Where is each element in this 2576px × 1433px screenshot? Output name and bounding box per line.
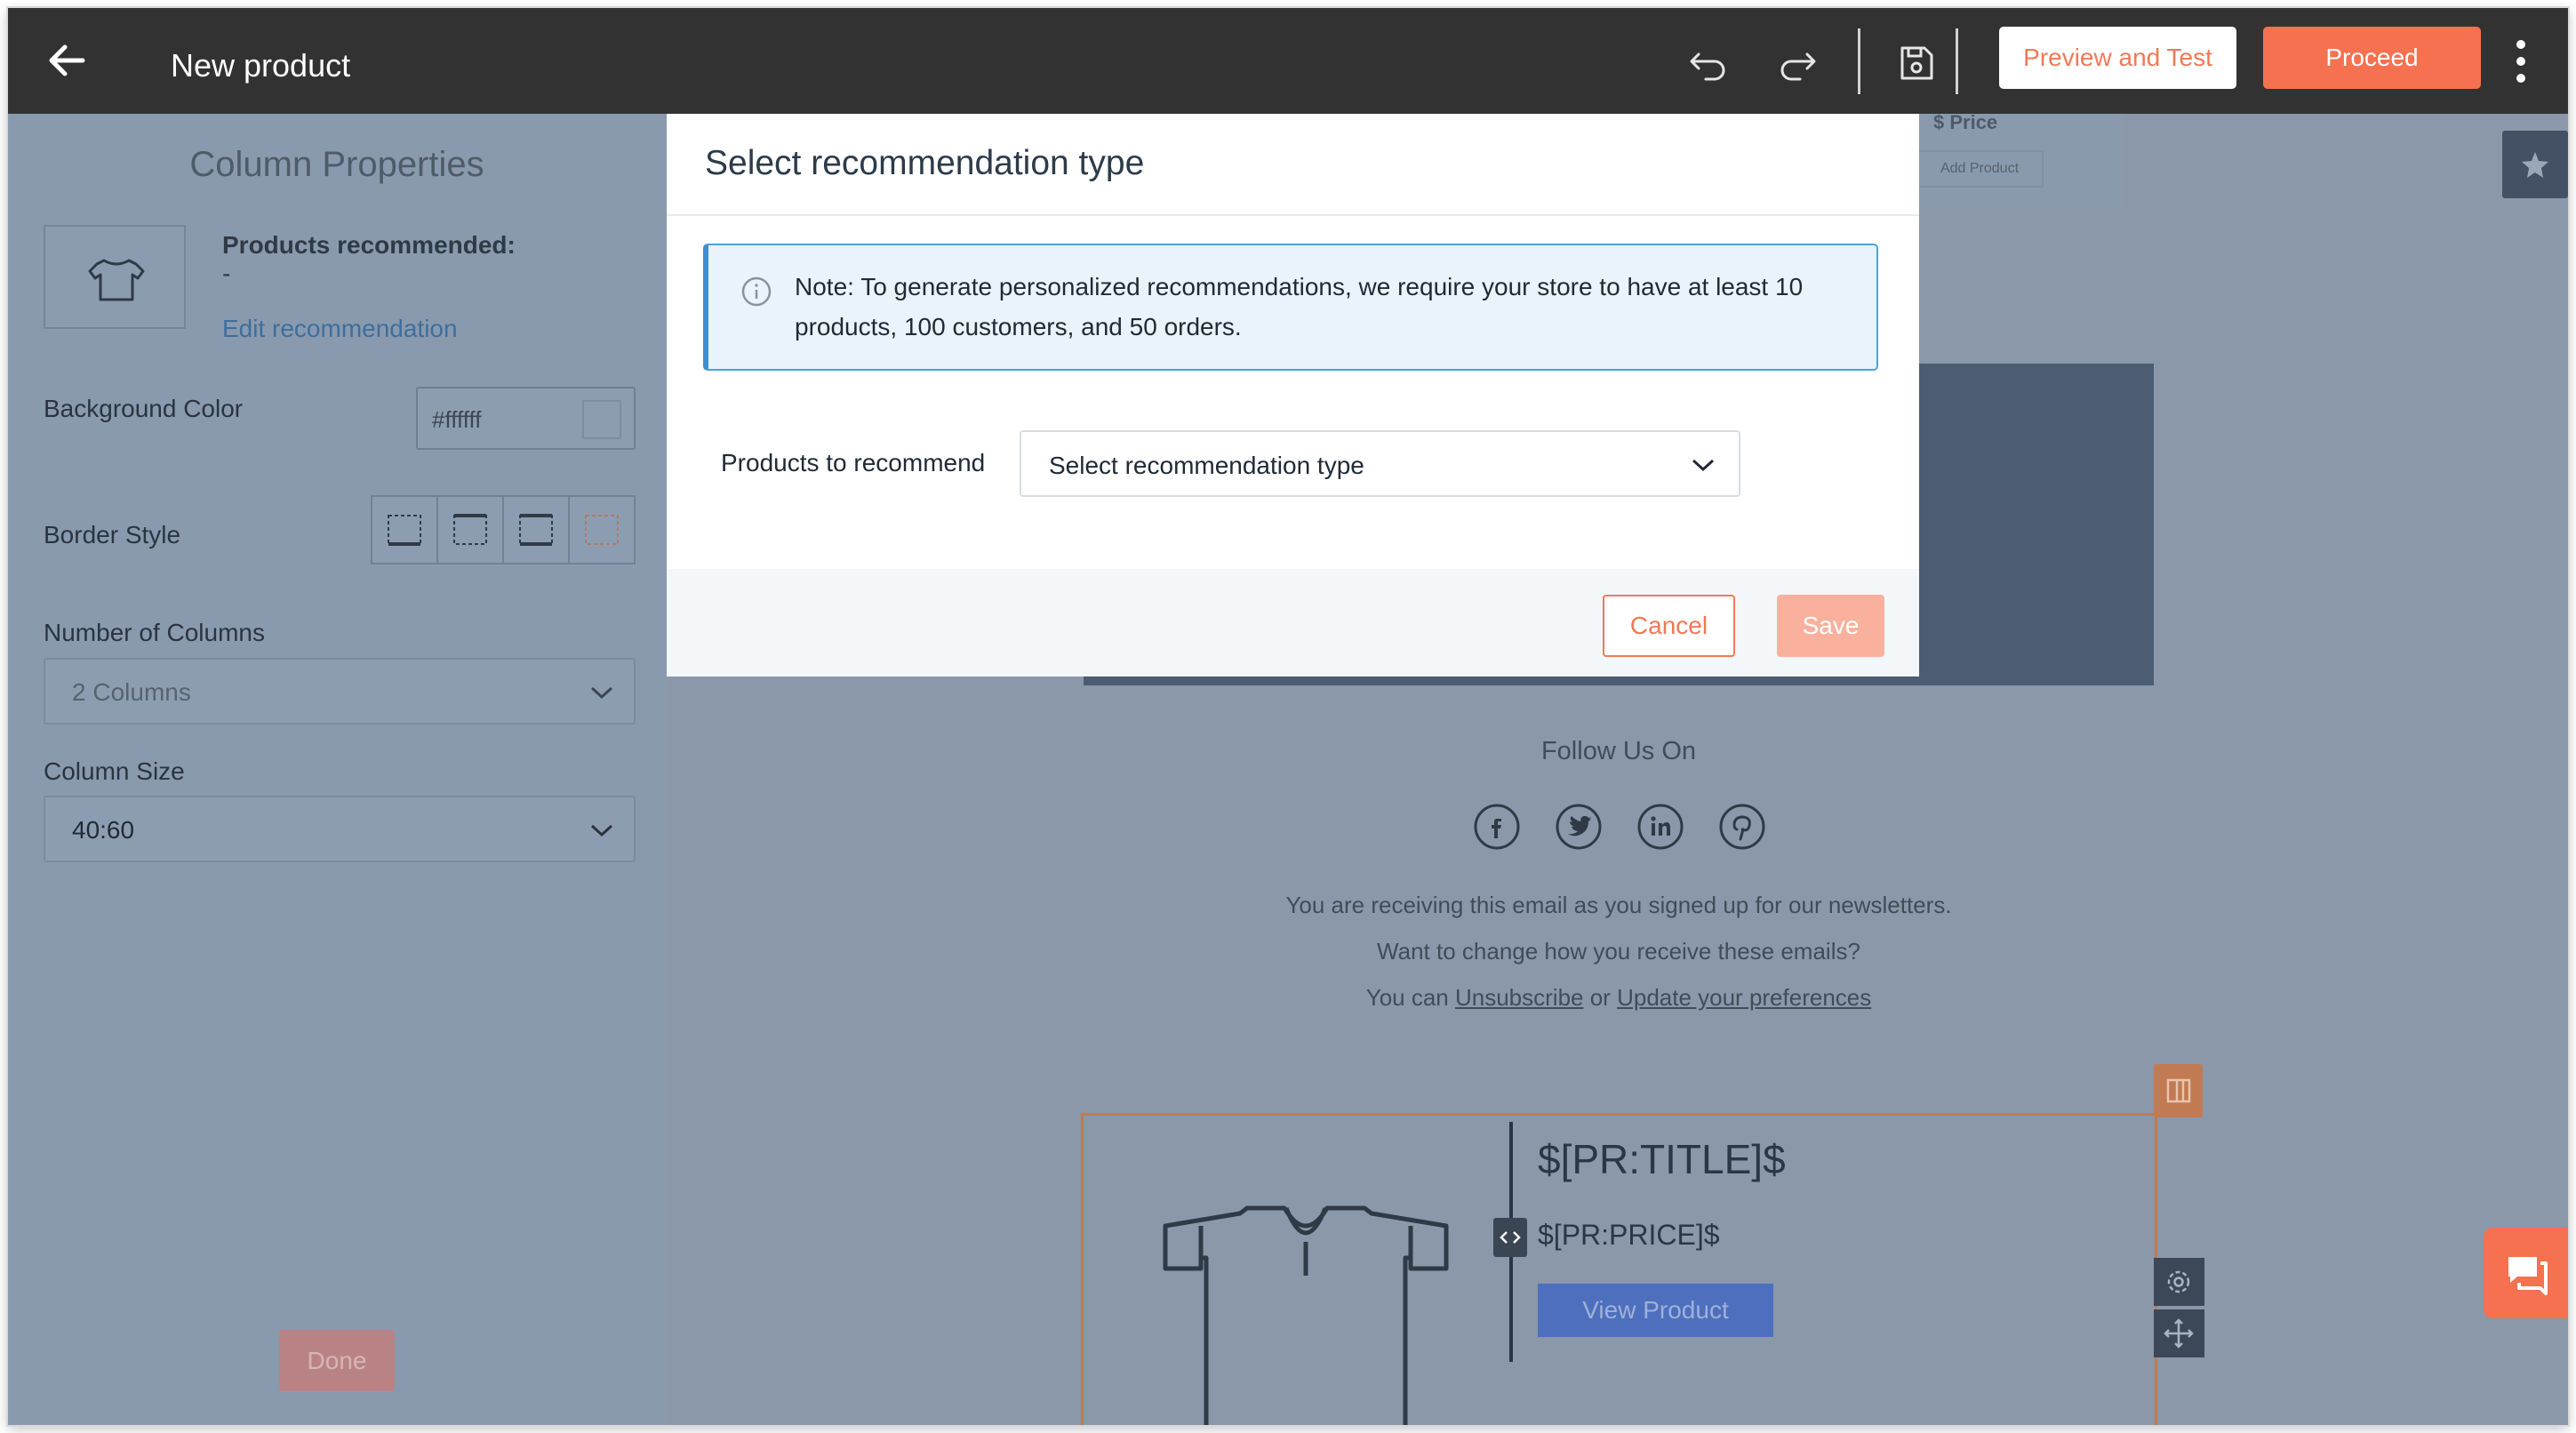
toolbar-divider [1858,28,1860,94]
column-layout-icon[interactable] [2154,1064,2203,1117]
add-product-button[interactable]: Add Product [1916,150,2044,188]
footer-links-prefix: You can [1365,984,1455,1011]
page-title: New product [171,47,351,84]
more-vertical-icon[interactable] [2508,36,2534,86]
info-note-text: Note: To generate personalized recommend… [795,273,1804,340]
dialog-title: Select recommendation type [705,144,1145,182]
product-price-placeholder: $[PR:PRICE]$ [1538,1219,1720,1251]
follow-us-title: Follow Us On [1540,737,1697,765]
footer-links-line: You can Unsubscribe or Update your prefe… [1084,984,2154,1012]
recommendation-type-select[interactable]: Select recommendation type [1020,430,1740,497]
facebook-icon[interactable] [1473,803,1521,851]
dialog-footer: Cancel Save [667,569,1919,676]
move-icon[interactable] [2154,1309,2204,1357]
product-thumbnail [44,225,186,329]
price-placeholder: $ Price [1933,111,1998,133]
products-recommended-value: - [222,260,231,287]
social-icons [1473,803,1766,856]
update-preferences-link[interactable]: Update your preferences [1617,984,1871,1011]
background-color-value: #ffffff [432,406,482,433]
view-product-button[interactable]: View Product [1538,1284,1773,1337]
save-button[interactable]: Save [1777,595,1884,657]
top-bar: New product Preview and Test Proceed [8,8,2568,114]
proceed-button[interactable]: Proceed [2263,27,2481,89]
undo-icon[interactable] [1686,41,1731,85]
column-size-label: Column Size [44,757,185,785]
number-of-columns-label: Number of Columns [44,619,265,646]
recommendation-type-value: Select recommendation type [1049,452,1364,479]
chat-icon[interactable] [2484,1228,2568,1318]
redo-icon[interactable] [1775,41,1820,85]
border-top-option[interactable] [438,497,504,563]
app-window: New product Preview and Test Proceed Col… [8,8,2568,1425]
twitter-icon[interactable] [1555,803,1603,851]
chevron-down-icon [1692,459,1715,472]
product-title-placeholder: $[PR:TITLE]$ [1538,1136,1786,1182]
done-button[interactable]: Done [279,1330,395,1391]
cancel-button[interactable]: Cancel [1603,595,1735,657]
settings-gear-icon[interactable] [2154,1258,2204,1306]
info-note: Note: To generate personalized recommend… [703,244,1878,371]
chevron-down-icon [590,824,613,837]
code-icon[interactable] [1493,1218,1527,1257]
border-top-bottom-option[interactable] [504,497,570,563]
star-icon[interactable] [2502,131,2568,198]
footer-or-text: or [1583,984,1618,1011]
background-color-field[interactable]: #ffffff [416,387,636,450]
border-style-selector [371,495,636,564]
linkedin-icon[interactable] [1636,803,1684,851]
unsubscribe-link[interactable]: Unsubscribe [1455,984,1584,1011]
column-size-value: 40:60 [72,816,135,844]
products-to-recommend-label: Products to recommend [721,449,986,476]
chevron-down-icon [590,686,613,700]
dialog-divider [667,214,1919,216]
border-style-label: Border Style [44,521,181,548]
panel-title: Column Properties [189,145,484,184]
select-recommendation-dialog: Select recommendation type Note: To gene… [667,114,1919,676]
edit-recommendation-link[interactable]: Edit recommendation [222,315,458,343]
footer-subscription-text: You are receiving this email as you sign… [1285,892,1952,918]
footer-change-text: Want to change how you receive these ema… [1377,938,1860,965]
border-none-option[interactable] [570,497,634,563]
products-recommended-label: Products recommended: [222,231,516,259]
save-icon[interactable] [1894,41,1939,85]
tshirt-icon [88,259,145,301]
back-arrow-icon[interactable] [42,38,92,83]
pinterest-icon[interactable] [1718,803,1766,851]
tshirt-icon [1163,1205,1449,1425]
column-properties-panel: Column Properties Products recommended: … [8,114,666,1425]
number-of-columns-select[interactable]: 2 Columns [44,658,636,725]
info-icon [741,276,772,307]
border-bottom-option[interactable] [372,497,438,563]
number-of-columns-value: 2 Columns [72,678,191,706]
background-color-label: Background Color [44,395,244,422]
toolbar-divider [1956,28,1958,94]
column-size-select[interactable]: 40:60 [44,796,636,862]
preview-and-test-button[interactable]: Preview and Test [1999,27,2236,89]
color-swatch[interactable] [582,400,621,439]
